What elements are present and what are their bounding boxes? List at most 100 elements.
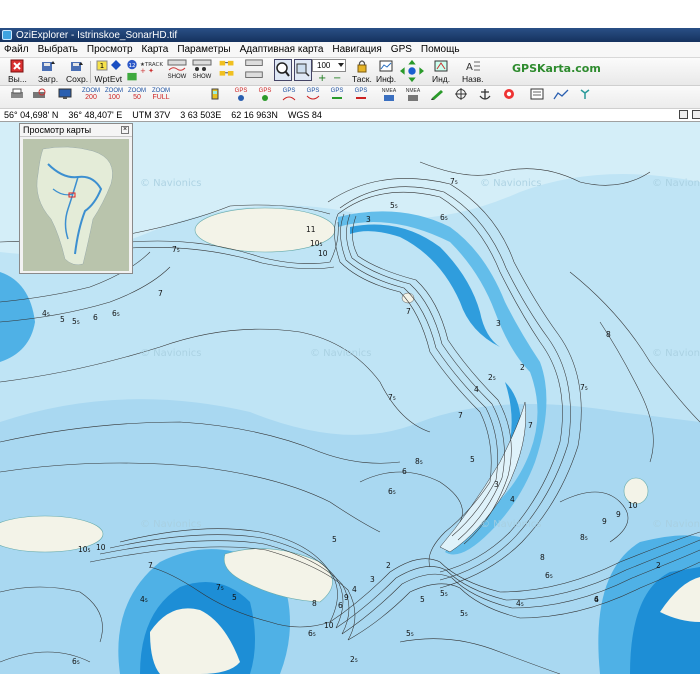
close-panel-button[interactable] — [692, 110, 700, 119]
menu-help[interactable]: Помощь — [421, 44, 460, 55]
center-target-button[interactable] — [450, 88, 472, 107]
nmea-start-button[interactable]: NMEA — [378, 88, 400, 107]
page-bottom-margin — [0, 674, 700, 700]
print-map-button[interactable] — [6, 88, 28, 107]
menu-view[interactable]: Просмотр — [87, 44, 133, 55]
track-button[interactable]: ★TRACK + ✦ — [140, 59, 170, 85]
gps-track-icon — [282, 96, 296, 101]
depth-label: 6₅ — [545, 571, 553, 580]
toolbar-separator — [90, 61, 91, 83]
minimize-panel-button[interactable] — [679, 110, 688, 119]
nmea-start-icon — [384, 95, 394, 101]
load-gps-map-button[interactable] — [204, 88, 226, 107]
depth-label: 5₅ — [440, 589, 448, 598]
indicator-button[interactable]: Инд. — [432, 59, 450, 85]
close-icon[interactable]: × — [121, 126, 129, 134]
print-preview-button[interactable] — [28, 88, 50, 107]
depth-label: 2 — [520, 363, 525, 372]
menu-map[interactable]: Карта — [142, 44, 169, 55]
zoom-100-button[interactable]: ZOOM 100 — [103, 88, 125, 107]
zoom-50-button[interactable]: ZOOM 50 — [126, 88, 148, 107]
overview-thumbnail[interactable] — [23, 139, 129, 271]
screen-button[interactable] — [54, 88, 76, 107]
zoom-level-select[interactable]: 100 — [312, 59, 346, 72]
menu-navigation[interactable]: Навигация — [332, 44, 381, 55]
gps-track-down-icon — [306, 95, 320, 100]
show-track-button[interactable]: SHOW — [167, 59, 187, 85]
gps-download-waypoints-button[interactable]: GPS — [254, 88, 276, 107]
anchor-icon — [479, 89, 491, 100]
gps-route-download-icon — [356, 97, 366, 99]
gps-download-track-button[interactable]: GPS — [302, 88, 324, 107]
pen-icon — [431, 90, 443, 100]
depth-label: 7 — [148, 561, 153, 570]
gps-download-routes-button[interactable]: GPS — [350, 88, 372, 107]
depth-label: 7 — [528, 421, 533, 430]
gps-route-icon — [262, 95, 268, 101]
depth-label: 2 — [386, 561, 391, 570]
gps-upload-track-button[interactable]: GPS — [278, 88, 300, 107]
menu-settings[interactable]: Параметры — [177, 44, 230, 55]
event-button[interactable]: Evt — [108, 59, 124, 85]
menu-gps[interactable]: GPS — [391, 44, 412, 55]
depth-label: 7 — [458, 411, 463, 420]
zoom-full-button[interactable]: ZOOM FULL — [150, 88, 172, 107]
info-map-icon — [379, 60, 393, 72]
beacon-icon — [580, 89, 590, 99]
show-track-icon — [167, 59, 187, 71]
zoom-200-button[interactable]: ZOOM 200 — [80, 88, 102, 107]
show-waypoints-icon — [192, 59, 212, 71]
show-waypoints-button[interactable]: SHOW — [192, 59, 212, 85]
data-panel-button[interactable] — [526, 88, 548, 107]
pan-icon — [294, 59, 312, 81]
depth-label: 7₅ — [580, 383, 588, 392]
save-icon — [71, 62, 84, 71]
depth-label: 10 — [318, 249, 328, 258]
info-label: Инф. — [376, 74, 397, 84]
nmea-stop-button[interactable]: NMEA — [402, 88, 424, 107]
move-points-icon — [219, 60, 234, 76]
show-label: SHOW — [167, 74, 187, 80]
info-button[interactable]: Инф. — [376, 59, 396, 85]
menu-file[interactable]: Файл — [4, 44, 29, 55]
load-button[interactable]: Загр. — [38, 59, 58, 85]
track-icon: ★TRACK+ ✦ — [140, 62, 163, 73]
watermark-3: © Navionics — [652, 178, 700, 189]
profile-chart-button[interactable] — [550, 88, 572, 107]
depth-label: 11 — [306, 225, 316, 234]
anchor-button[interactable] — [474, 88, 496, 107]
datum-value: WGS 84 — [287, 110, 322, 120]
svg-text:1: 1 — [100, 62, 104, 70]
task-button[interactable]: Таск. — [352, 59, 372, 85]
event-label: Evt — [109, 74, 123, 84]
depth-label: 3 — [494, 480, 499, 489]
depth-label: 2₅ — [350, 655, 358, 664]
zoom-50-value: 50 — [133, 94, 141, 101]
pan-tool-button[interactable] — [294, 59, 312, 85]
nmea-stop-icon — [408, 95, 418, 101]
watermark-9: © Navionics — [652, 519, 700, 530]
longitude-value: 36° 48,407' E — [68, 110, 123, 120]
names-button[interactable]: A Назв. — [462, 59, 484, 85]
lifebuoy-button[interactable] — [498, 88, 520, 107]
gps-upload-waypoints-button[interactable]: GPS — [230, 88, 252, 107]
exit-button[interactable]: Вы... — [8, 59, 27, 85]
pen-tool-button[interactable] — [426, 88, 448, 107]
move-map-button[interactable] — [398, 59, 426, 85]
overview-map-panel[interactable]: Просмотр карты × — [19, 123, 133, 274]
event-diamond-icon — [111, 60, 121, 70]
zoom-tool-button[interactable] — [274, 59, 292, 85]
latitude-value: 56° 04,698' N — [4, 110, 59, 120]
depth-label: 4₅ — [140, 595, 148, 604]
move-points-button[interactable] — [218, 59, 236, 85]
menu-adaptive-map[interactable]: Адаптивная карта — [240, 44, 324, 55]
svg-text:A: A — [466, 62, 473, 73]
route-button[interactable]: 12 — [124, 59, 140, 85]
show-all-button[interactable] — [244, 59, 264, 85]
save-button[interactable]: Сохр. — [66, 59, 88, 85]
gps-upload-routes-button[interactable]: GPS — [326, 88, 348, 107]
menu-select[interactable]: Выбрать — [38, 44, 78, 55]
depth-label: 6₅ — [440, 213, 448, 222]
depth-label: 5₅ — [460, 609, 468, 618]
beacon-button[interactable] — [574, 88, 596, 107]
